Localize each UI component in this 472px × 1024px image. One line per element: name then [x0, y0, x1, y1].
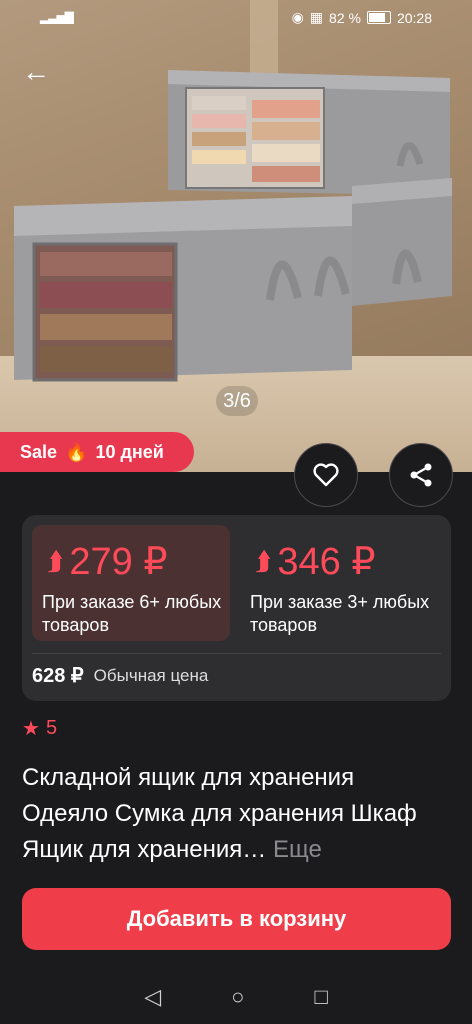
share-icon	[410, 463, 432, 487]
sale-duration: 10 дней	[95, 441, 164, 462]
regular-price-label: Обычная цена	[93, 665, 209, 685]
nfc-icon: ▦	[309, 9, 324, 25]
eye-icon: ◉	[291, 9, 304, 25]
sale-label: Sale	[20, 441, 58, 462]
add-to-cart-button[interactable]: Добавить в корзину	[22, 888, 451, 950]
price-card: ⮭ 279 ₽ При заказе 6+ любых товаров ⮭ 34…	[22, 515, 451, 701]
rating[interactable]: ★ 5	[22, 716, 57, 741]
product-image-gallery[interactable]: ▂▃▅▇ ◉ ▦ 82 % 20:28 ← 3/6	[0, 0, 472, 472]
product-title-text: Складной ящик для хранения Одеяло Сумка …	[22, 764, 417, 863]
rating-value: 5	[45, 717, 58, 739]
product-title: Складной ящик для хранения Одеяло Сумка …	[22, 760, 442, 868]
gallery-counter: 3/6	[216, 386, 258, 416]
signal-icon: ▂▃▅▇	[40, 10, 74, 24]
battery-percent: 82 %	[329, 9, 361, 26]
nav-recents-icon[interactable]: □	[314, 984, 327, 1010]
show-more-link[interactable]: Еще	[273, 836, 322, 863]
price-tier-value: ⮭ 346 ₽	[256, 541, 376, 583]
price-tier-condition: При заказе 6+ любых товаров	[42, 592, 222, 635]
price-tier-3[interactable]: ⮭ 346 ₽ При заказе 3+ любых товаров	[240, 525, 438, 641]
star-icon: ★	[22, 718, 40, 740]
price-tier-value: ⮭ 279 ₽	[48, 541, 168, 583]
nav-home-icon[interactable]: ○	[231, 984, 244, 1010]
status-bar: ▂▃▅▇ ◉ ▦ 82 % 20:28	[0, 0, 472, 36]
divider	[32, 653, 441, 654]
back-arrow-icon[interactable]: ←	[22, 56, 54, 88]
regular-price-value: 628 ₽	[32, 665, 84, 687]
price-tier-condition: При заказе 3+ любых товаров	[250, 592, 430, 635]
price-tier-6[interactable]: ⮭ 279 ₽ При заказе 6+ любых товаров	[32, 525, 230, 641]
fire-icon: 🔥	[65, 441, 88, 462]
lightning-icon: ⮭	[48, 545, 64, 576]
heart-icon	[313, 463, 339, 487]
regular-price: 628 ₽ Обычная цена	[32, 663, 208, 688]
share-button[interactable]	[389, 443, 453, 507]
sale-badge: Sale 🔥 10 дней	[0, 432, 194, 472]
nav-back-icon[interactable]: ◁	[144, 984, 161, 1010]
favorite-button[interactable]	[294, 443, 358, 507]
lightning-icon: ⮭	[256, 545, 272, 576]
status-right: ◉ ▦ 82 % 20:28	[292, 9, 432, 26]
clock: 20:28	[396, 9, 432, 26]
system-nav-bar: ◁ ○ □	[0, 970, 472, 1024]
battery-icon	[366, 11, 391, 24]
